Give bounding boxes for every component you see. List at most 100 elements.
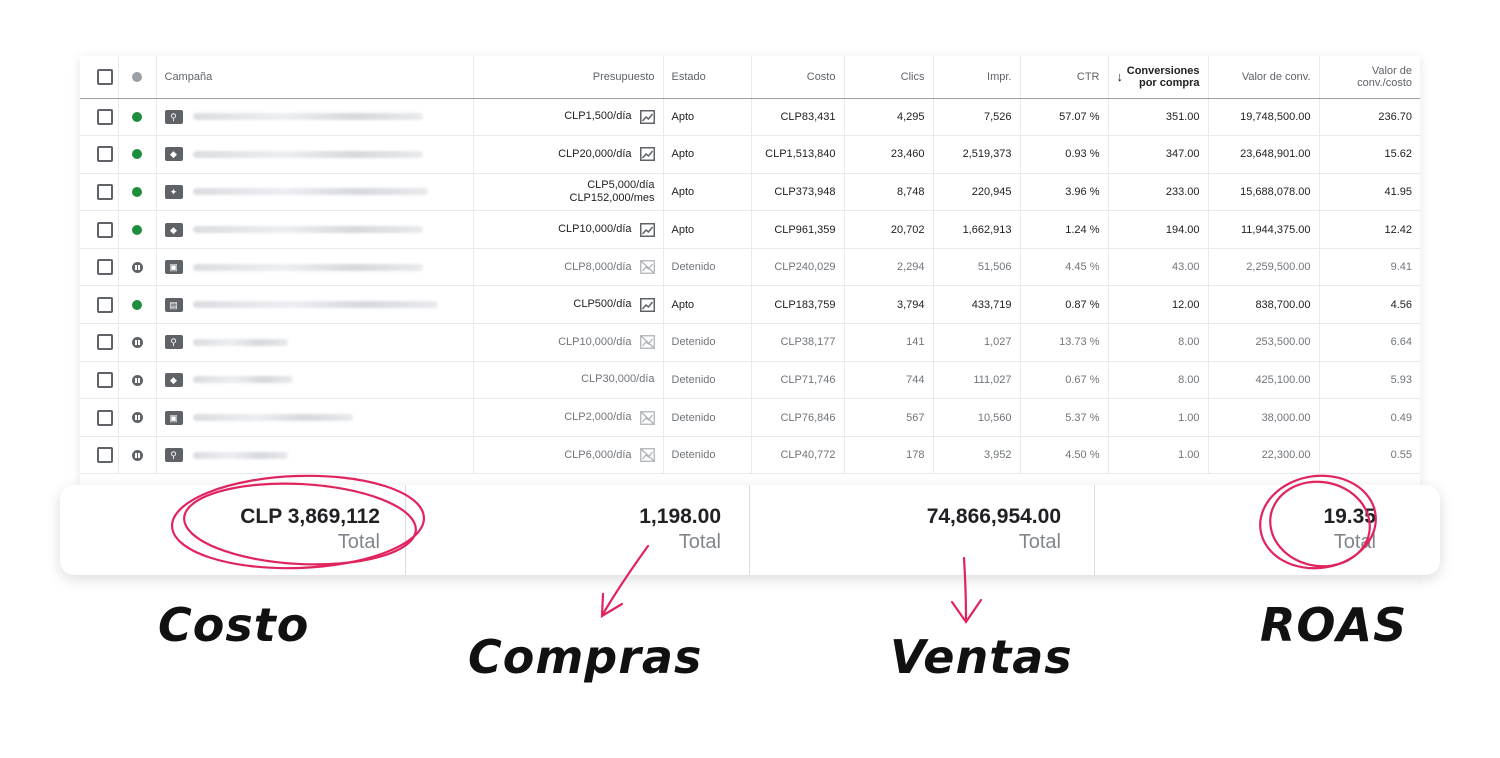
campaign-name-cell[interactable]: ✦ [156,173,474,212]
col-header-campaign[interactable]: Campaña [156,56,474,99]
table-header-row: Campaña Presupuesto Estado Costo Clics I… [80,56,1420,99]
cost-cell: CLP240,029 [751,248,845,287]
col-header-clicks[interactable]: Clics [844,56,934,99]
table-row[interactable]: ▣ CLP2,000/día Detenido CLP76,846 567 10,560 5… [80,398,1420,437]
ctr-cell: 4.50 % [1020,436,1109,475]
row-checkbox[interactable] [97,259,113,276]
budget-cell[interactable]: CLP8,000/día [473,248,664,287]
campaign-name-cell[interactable]: ◆ [156,361,474,400]
clicks-cell: 744 [844,361,934,400]
status-filter-icon[interactable] [131,71,142,82]
trend-off-icon[interactable] [639,410,655,425]
budget-cell[interactable]: CLP30,000/día [473,361,664,400]
trend-icon[interactable] [639,297,655,312]
table-row[interactable]: ◆ CLP10,000/día Apto CLP961,359 20,702 1,662,… [80,210,1420,249]
col-header-budget[interactable]: Presupuesto [473,56,664,99]
col-header-impr[interactable]: Impr. [933,56,1021,99]
row-checkbox[interactable] [97,334,113,351]
table-row[interactable]: ⚲ CLP6,000/día Detenido CLP40,772 178 3,952 4.… [80,436,1420,475]
magic-wand-icon: ✦ [164,184,183,199]
trend-off-icon[interactable] [639,335,655,350]
table-row[interactable]: ▤ CLP500/día Apto CLP183,759 3,794 433,719 0.8… [80,285,1420,325]
campaign-name-cell[interactable]: ▣ [156,248,474,287]
row-checkbox[interactable] [97,146,113,163]
table-row[interactable]: ✦ CLP5,000/día CLP152,000/mes Apto CLP373,94… [80,173,1420,212]
paused-status-icon[interactable] [131,336,143,348]
trend-off-icon[interactable] [639,448,655,463]
table-row[interactable]: ⚲ CLP10,000/día Detenido CLP38,177 141 1,027 1… [80,323,1420,362]
col-header-cost[interactable]: Costo [751,56,845,99]
trend-icon[interactable] [639,147,655,162]
table-row[interactable]: ◆ CLP20,000/día Apto CLP1,513,840 23,460 2,51… [80,135,1420,174]
budget-daily: CLP1,500/día [564,110,632,123]
ctr-cell: 0.87 % [1020,285,1109,325]
campaign-name-cell[interactable]: ⚲ [156,436,474,475]
row-checkbox[interactable] [97,296,113,313]
table-row[interactable]: ⚲ CLP1,500/día Apto CLP83,431 4,295 7,526 57.0… [80,98,1420,137]
campaign-name-cell[interactable]: ▤ [156,285,474,325]
status-cell: Apto [663,285,752,325]
col-header-status[interactable]: Estado [663,56,752,99]
paused-status-icon[interactable] [131,412,143,424]
display-search-icon: ▣ [164,260,183,275]
select-all-checkbox[interactable] [97,68,113,85]
impressions-cell: 1,662,913 [933,210,1021,249]
campaign-name-redacted [192,188,428,196]
trend-off-icon[interactable] [639,260,655,275]
row-checkbox[interactable] [97,371,113,388]
paused-status-icon[interactable] [131,449,143,461]
budget-daily: CLP10,000/día [558,335,632,348]
enabled-status-icon[interactable] [131,299,142,310]
total-roas-label: Total [1333,531,1376,553]
budget-cell[interactable]: CLP5,000/día CLP152,000/mes [473,173,664,212]
campaign-name-cell[interactable]: ◆ [156,135,474,174]
cost-cell: CLP961,359 [751,210,845,249]
enabled-status-icon[interactable] [131,111,142,122]
budget-cell[interactable]: CLP20,000/día [473,135,664,174]
value-cost-cell: 6.64 [1319,323,1420,362]
search-icon: ⚲ [164,109,183,124]
select-all-cell [80,56,119,99]
clicks-cell: 4,295 [844,98,934,137]
conversions-cell: 12.00 [1108,285,1209,325]
row-checkbox[interactable] [97,183,113,200]
row-checkbox[interactable] [97,221,113,238]
budget-cell[interactable]: CLP10,000/día [473,323,664,362]
budget-cell[interactable]: CLP2,000/día [473,398,664,437]
campaign-name-cell[interactable]: ◆ [156,210,474,249]
paused-status-icon[interactable] [131,374,143,386]
budget-cell[interactable]: CLP10,000/día [473,210,664,249]
enabled-status-icon[interactable] [131,224,142,235]
col-header-ctr[interactable]: CTR [1020,56,1109,99]
status-cell: Detenido [663,436,752,475]
trend-icon[interactable] [639,222,655,237]
value-cost-cell: 0.49 [1319,398,1420,437]
row-checkbox[interactable] [97,108,113,125]
table-row[interactable]: ◆ CLP30,000/día Detenido CLP71,746 744 111,02… [80,361,1420,400]
annotation-purchases: Compras [468,630,703,684]
col-header-conversions[interactable]: ↓ Conversiones por compra [1108,56,1209,99]
paused-status-icon[interactable] [131,261,143,273]
table-row[interactable]: ▣ CLP8,000/día Detenido CLP240,029 2,294 51,5… [80,248,1420,287]
col-header-value-cost[interactable]: Valor de conv./costo [1319,56,1420,99]
row-checkbox[interactable] [97,447,113,464]
ctr-cell: 57.07 % [1020,98,1109,137]
budget-cell[interactable]: CLP500/día [473,285,664,325]
campaign-name-cell[interactable]: ⚲ [156,98,474,137]
campaign-name-cell[interactable]: ▣ [156,398,474,437]
row-select-cell [80,436,119,475]
enabled-status-icon[interactable] [131,187,142,198]
row-status-cell [118,361,157,400]
campaign-name-cell[interactable]: ⚲ [156,323,474,362]
row-checkbox[interactable] [97,409,113,426]
col-header-conv-value[interactable]: Valor de conv. [1208,56,1320,99]
budget-cell[interactable]: CLP6,000/día [473,436,664,475]
annotation-sales: Ventas [890,630,1073,684]
total-purchases-label: Total [678,531,721,553]
trend-icon[interactable] [639,109,655,124]
conv-value-cell: 838,700.00 [1208,285,1320,325]
ctr-cell: 3.96 % [1020,173,1109,212]
enabled-status-icon[interactable] [131,149,142,160]
clicks-cell: 20,702 [844,210,934,249]
budget-cell[interactable]: CLP1,500/día [473,98,664,137]
